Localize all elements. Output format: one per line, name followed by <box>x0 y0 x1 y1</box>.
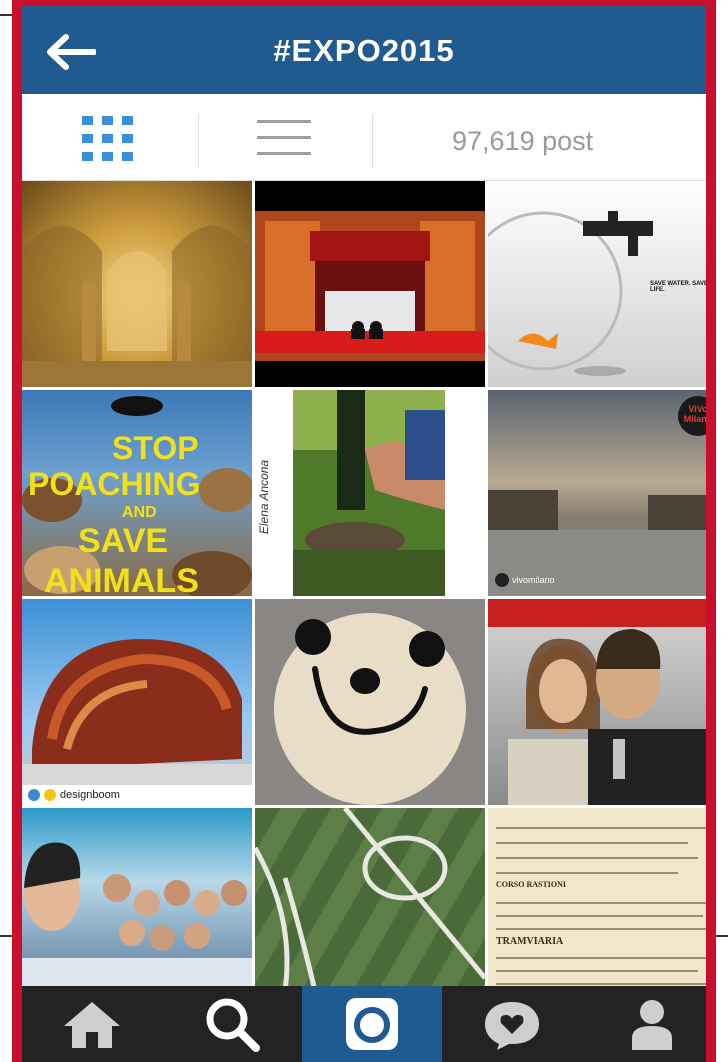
poster-line-4: SAVE <box>78 522 169 560</box>
camera-icon <box>346 998 398 1050</box>
group-selfie-photo[interactable] <box>22 808 252 991</box>
toolbar-divider <box>198 114 199 168</box>
toolbar-divider <box>372 114 373 168</box>
document-heading: CORSO RASTIONI <box>496 880 567 889</box>
signature: Elena Ancona <box>257 459 272 535</box>
milan-square-photo[interactable]: ViVo Milano vivomilano <box>488 390 713 596</box>
outer-rule-right-bottom <box>714 935 728 937</box>
view-toolbar: 97,619 post <box>22 94 706 181</box>
fishbowl-caption: SAVE WATER. SAVE LIFE. <box>650 281 709 293</box>
profile-icon <box>632 1000 672 1050</box>
document-page-photo[interactable]: CORSO RASTIONI TRAMVIARIA <box>488 808 706 991</box>
tab-camera[interactable] <box>302 986 442 1062</box>
cloister-crypt-photo[interactable] <box>22 181 252 387</box>
document-subheading: TRAMVIARIA <box>496 936 564 947</box>
list-view-icon[interactable] <box>257 118 311 158</box>
poster-line-2: POACHING <box>28 466 201 502</box>
wine-bottle-photo[interactable]: Elena Ancona <box>255 390 485 596</box>
app-frame: #EXPO2015 97,619 post SAVE WATER. SAVE L… <box>12 0 716 1062</box>
grid-view-icon[interactable] <box>82 116 134 161</box>
designboom-credit: designboom <box>60 789 120 801</box>
couple-selfie-photo[interactable] <box>488 599 706 805</box>
pavilion-photo[interactable]: designboom <box>22 599 252 805</box>
activity-icon <box>485 1002 539 1050</box>
football-field-rug-photo[interactable] <box>255 808 485 991</box>
poster-line-1: STOP <box>112 430 199 466</box>
tab-profile[interactable] <box>582 986 706 1062</box>
stop-poaching-poster[interactable]: STOP POACHING AND SAVE ANIMALS <box>22 390 252 596</box>
bear-rug-photo[interactable] <box>255 599 485 805</box>
header-bar: #EXPO2015 <box>22 6 706 94</box>
home-icon <box>64 1002 120 1048</box>
tab-home[interactable] <box>22 986 162 1062</box>
bottom-tab-bar <box>22 986 706 1062</box>
vivo-credit: vivomilano <box>512 575 555 585</box>
page-title: #EXPO2015 <box>273 33 455 68</box>
tab-search[interactable] <box>162 986 302 1062</box>
poster-line-3: AND <box>122 504 157 521</box>
theater-stage-photo[interactable] <box>255 181 485 387</box>
post-count: 97,619 post <box>452 126 594 156</box>
vivo-badge: ViVo Milano <box>683 404 713 424</box>
search-icon <box>206 998 260 1052</box>
tab-activity[interactable] <box>442 986 582 1062</box>
poster-line-5: ANIMALS <box>44 562 199 596</box>
photo-grid: SAVE WATER. SAVE LIFE. STOP POACHING AND… <box>22 181 706 991</box>
fishbowl-tap-photo[interactable]: SAVE WATER. SAVE LIFE. <box>488 181 709 387</box>
